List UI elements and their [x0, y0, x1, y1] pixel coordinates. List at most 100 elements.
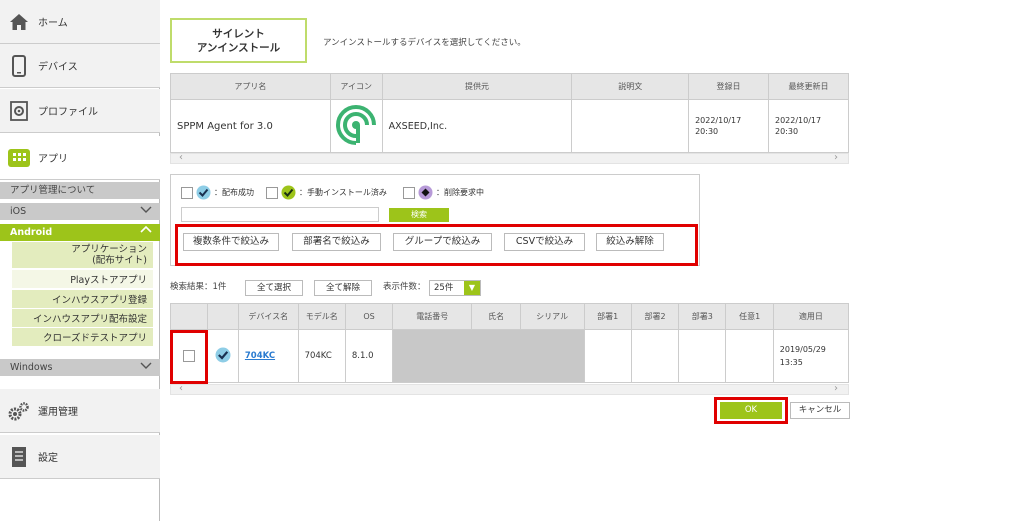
app-grid-icon: [8, 147, 30, 169]
app-table-scrollbar[interactable]: ‹ ›: [170, 152, 849, 164]
col-applied-date: 適用日: [772, 303, 850, 330]
android-item-closed-test[interactable]: クローズドテストアプリ: [12, 328, 153, 347]
smartphone-icon: [8, 54, 30, 77]
col-select: [169, 303, 209, 330]
nav-settings-label: 設定: [38, 453, 58, 464]
scroll-left-icon[interactable]: ‹: [179, 383, 183, 394]
nav-apps[interactable]: アプリ: [0, 136, 160, 180]
col-serial: シリアル: [519, 303, 585, 330]
scroll-right-icon[interactable]: ›: [834, 152, 838, 163]
legend-distributed-checkbox[interactable]: [181, 186, 193, 199]
nav-devices-label: デバイス: [38, 62, 78, 73]
android-item-playstore[interactable]: Playストアアプリ: [12, 270, 153, 289]
device-name-link[interactable]: 704KC: [245, 351, 275, 361]
sidebar: ホーム デバイス プロファイル アプリ アプリ管理について iOS Androi…: [0, 0, 160, 521]
sppm-logo-icon: [336, 104, 377, 145]
android-item-app-distribution[interactable]: アプリケーション (配布サイト): [12, 242, 153, 269]
table-row: 704KC 704KC 8.1.0 2019/05/29 13:35: [169, 329, 850, 383]
legend-distributed: ：配布成功: [181, 185, 254, 200]
col-app-name: アプリ名: [170, 73, 331, 100]
device-name-cell: 704KC: [237, 329, 299, 383]
nav-devices[interactable]: デバイス: [0, 44, 160, 88]
app-icon: [329, 99, 383, 153]
col-registered: 登録日: [688, 73, 769, 100]
device-serial-redacted: [519, 329, 585, 383]
nav-home[interactable]: ホーム: [0, 0, 160, 44]
nav-profiles[interactable]: プロファイル: [0, 89, 160, 133]
page-size-select[interactable]: 25件 ▼: [429, 280, 481, 296]
device-os: 8.1.0: [344, 329, 394, 383]
col-dept2: 部署2: [630, 303, 680, 330]
chevron-up-icon: [140, 224, 152, 241]
col-dept1: 部署1: [583, 303, 632, 330]
table-row: SPPM Agent for 3.0 AXSEED,Inc. 2022/10/1…: [170, 99, 849, 153]
col-phone: 電話番号: [392, 303, 473, 330]
legend-delete-checkbox[interactable]: [403, 186, 415, 199]
android-item-inhouse-register[interactable]: インハウスアプリ登録: [12, 290, 153, 309]
device-owner-redacted: [471, 329, 521, 383]
result-count: 検索結果：1件: [170, 282, 227, 292]
chevron-down-icon: [140, 359, 152, 376]
page-title-line1: サイレント: [212, 27, 265, 40]
nav-ios[interactable]: iOS: [0, 203, 160, 220]
col-provider: 提供元: [381, 73, 573, 100]
app-name: SPPM Agent for 3.0: [170, 99, 331, 153]
home-icon: [8, 11, 30, 33]
col-name: 氏名: [471, 303, 521, 330]
device-table-scrollbar[interactable]: ‹ ›: [170, 383, 849, 395]
row-status-cell: [207, 329, 239, 383]
device-dept2: [630, 329, 680, 383]
scroll-left-icon[interactable]: ‹: [179, 152, 183, 163]
delete-pending-icon: [418, 185, 433, 200]
nav-windows[interactable]: Windows: [0, 359, 160, 376]
legend-delete: ：削除要求中: [403, 185, 484, 200]
search-button[interactable]: 検索: [389, 208, 449, 222]
device-phone-redacted: [392, 329, 473, 383]
chevron-down-icon: [140, 203, 152, 220]
nav-apps-label: アプリ: [38, 154, 68, 165]
nav-settings[interactable]: 設定: [0, 435, 160, 479]
highlight-filter-buttons: [175, 224, 698, 266]
profile-gear-icon: [8, 100, 30, 122]
device-applied-date: 2019/05/29 13:35: [772, 329, 850, 383]
scroll-right-icon[interactable]: ›: [834, 383, 838, 394]
nav-windows-label: Windows: [10, 362, 53, 373]
page-size-value: 25件: [434, 283, 454, 293]
col-icon: アイコン: [329, 73, 383, 100]
check-blue-icon: [196, 185, 211, 200]
page-title: サイレント アンインストール: [170, 18, 307, 63]
nav-android[interactable]: Android: [0, 224, 160, 241]
col-dept3: 部署3: [678, 303, 727, 330]
deselect-all-button[interactable]: 全て解除: [314, 280, 372, 296]
android-item-inhouse-distribution[interactable]: インハウスアプリ配布設定: [12, 309, 153, 328]
device-model: 704KC: [297, 329, 346, 383]
highlight-ok-button: [714, 397, 788, 424]
legend-manual-checkbox[interactable]: [266, 186, 278, 199]
nav-operations[interactable]: 運用管理: [0, 389, 160, 433]
legend-distributed-label: ：配布成功: [214, 188, 254, 197]
app-updated: 2022/10/17 20:30: [768, 99, 849, 153]
page-size-label: 表示件数：: [383, 282, 426, 292]
nav-ios-label: iOS: [10, 206, 27, 217]
check-green-icon: [281, 185, 296, 200]
app-description: [571, 99, 690, 153]
gears-icon: [8, 400, 30, 422]
device-custom1: [725, 329, 774, 383]
page-description: アンインストールするデバイスを選択してください。: [323, 38, 526, 48]
page-title-line2: アンインストール: [196, 41, 281, 54]
device-dept1: [583, 329, 632, 383]
select-all-button[interactable]: 全て選択: [245, 280, 303, 296]
about-app-management[interactable]: アプリ管理について: [0, 182, 160, 199]
legend-manual-label: ：手動インストール済み: [299, 188, 387, 197]
cancel-button[interactable]: キャンセル: [790, 402, 850, 419]
app-provider: AXSEED,Inc.: [381, 99, 573, 153]
col-os: OS: [344, 303, 394, 330]
nav-profiles-label: プロファイル: [38, 107, 98, 118]
search-input[interactable]: [181, 207, 379, 222]
app-registered: 2022/10/17 20:30: [688, 99, 769, 153]
dropdown-arrow-icon: ▼: [464, 281, 480, 295]
device-table: デバイス名 モデル名 OS 電話番号 氏名 シリアル 部署1 部署2 部署3 任…: [169, 303, 850, 383]
col-status: [207, 303, 239, 330]
col-description: 説明文: [571, 73, 690, 100]
col-custom1: 任意1: [725, 303, 774, 330]
